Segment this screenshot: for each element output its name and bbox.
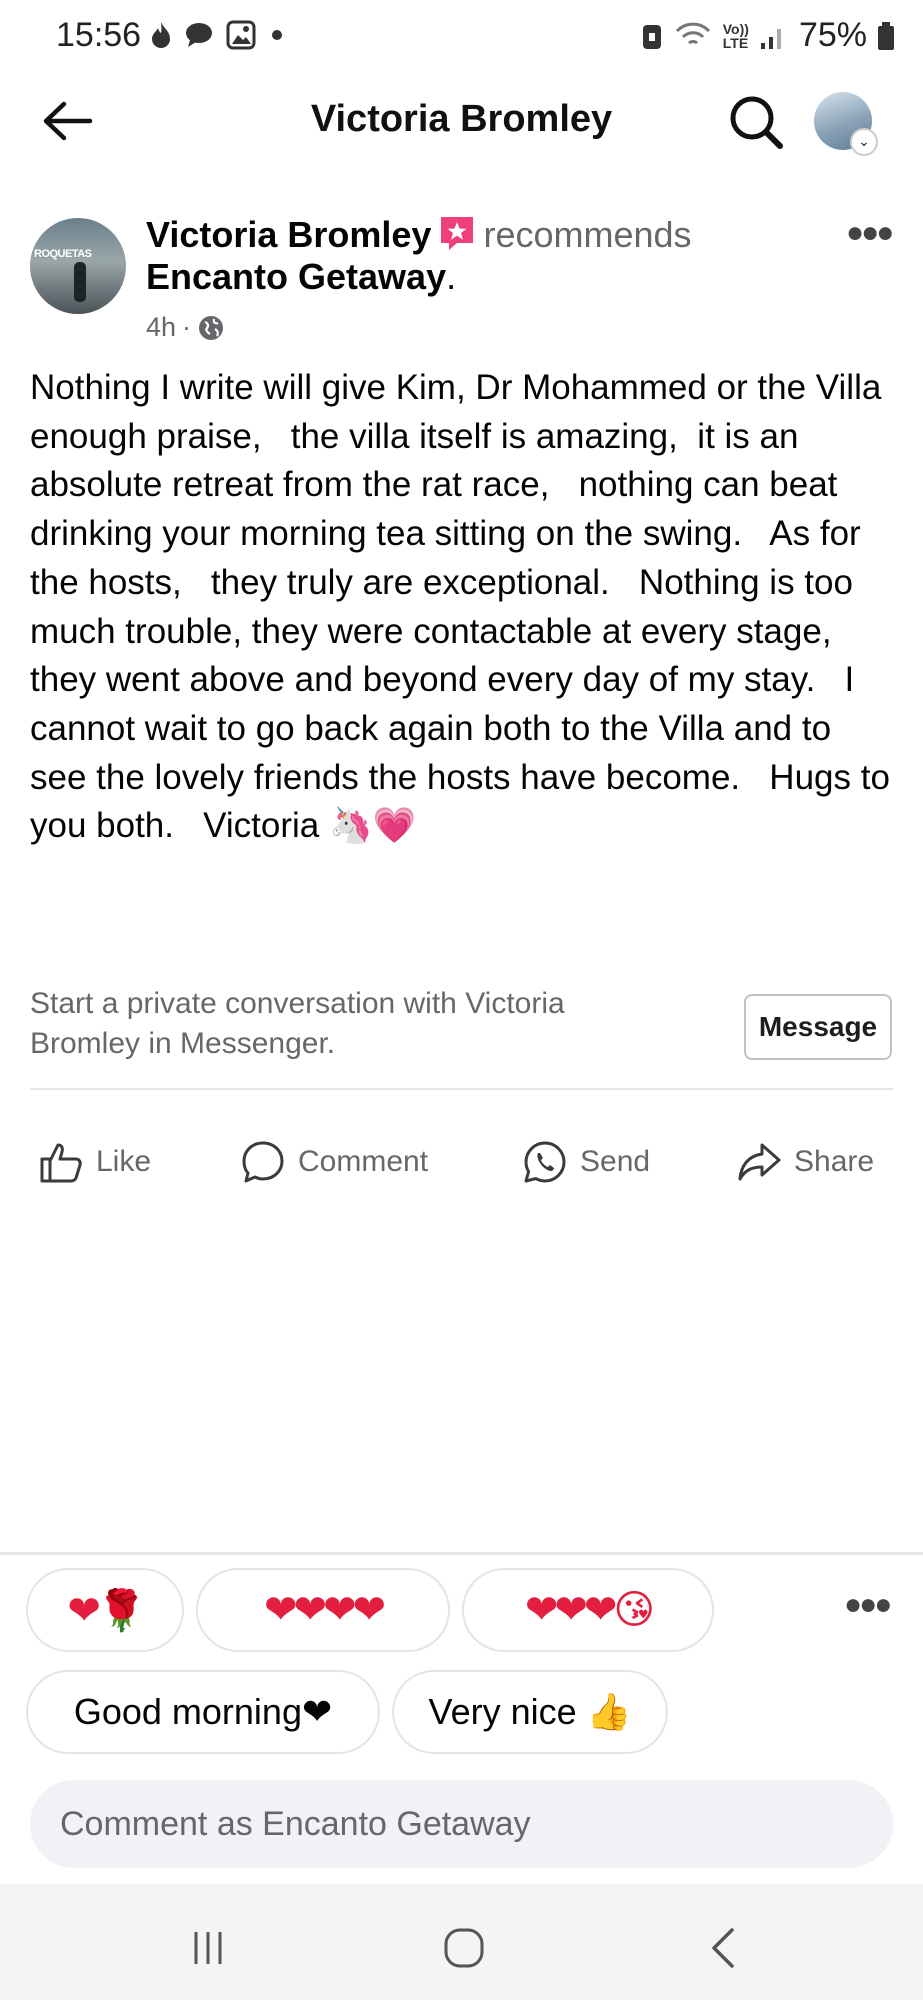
quick-reply-chip[interactable]: ❤❤❤😘	[462, 1568, 714, 1652]
comment-label: Comment	[298, 1145, 429, 1178]
wifi-icon	[675, 22, 710, 44]
gallery-icon	[226, 20, 256, 50]
quick-reply-text: Good morning❤	[73, 1691, 333, 1732]
send-label: Send	[580, 1145, 651, 1178]
fire-icon	[152, 22, 170, 48]
post-more-options-button[interactable]: ●●●	[846, 216, 894, 250]
like-label: Like	[96, 1145, 152, 1178]
share-button[interactable]: Share	[736, 1134, 874, 1190]
network-label-bottom: LTE	[722, 34, 749, 51]
profile-avatar-button[interactable]: ⌄	[814, 92, 878, 156]
search-button[interactable]	[726, 92, 786, 152]
recommends-text: recommends	[483, 214, 692, 255]
comment-button[interactable]: Comment	[240, 1134, 428, 1190]
avatar-sign-text: ROQUETAS	[34, 248, 92, 260]
quick-replies-more-button[interactable]: ●●●	[844, 1588, 892, 1622]
message-button[interactable]: Message	[744, 994, 892, 1060]
signal-icon	[760, 28, 781, 49]
recommended-page-line: Encanto Getaway.	[146, 256, 457, 297]
meta-separator: ·	[182, 312, 192, 342]
battery-icon	[878, 21, 894, 50]
send-button[interactable]: Send	[522, 1134, 650, 1190]
section-separator	[0, 1552, 923, 1555]
author-name[interactable]: Victoria Bromley	[146, 214, 431, 255]
quick-reply-text: ❤❤❤😘	[524, 1587, 655, 1633]
recent-apps-icon	[194, 1932, 222, 1964]
share-label: Share	[794, 1145, 875, 1178]
globe-icon	[199, 315, 224, 340]
recommendation-star-icon	[441, 217, 474, 250]
dot-icon	[272, 30, 282, 40]
comment-bubble-icon	[242, 1141, 284, 1183]
page-name-link[interactable]: Encanto Getaway	[146, 256, 446, 297]
quick-reply-chip[interactable]: ❤❤❤❤	[196, 1568, 450, 1652]
whatsapp-icon	[524, 1141, 566, 1183]
battery-percent: 75%	[798, 16, 867, 54]
home-icon	[444, 1928, 484, 1968]
quick-reply-text: ❤🌹	[67, 1587, 146, 1634]
search-icon	[730, 96, 783, 149]
recent-apps-button[interactable]	[168, 1918, 248, 1978]
status-notification-icons	[150, 20, 282, 50]
network-label-top: Vo))	[722, 20, 749, 37]
post-body-text: Nothing I write will give Kim, Dr Mohamm…	[30, 368, 900, 846]
lock-icon	[642, 24, 661, 49]
post-author-line: Victoria Bromley recommends	[146, 212, 692, 258]
author-avatar[interactable]: ROQUETAS	[30, 218, 126, 314]
quick-reply-chip[interactable]: Very nice 👍	[392, 1670, 668, 1754]
system-back-button[interactable]	[684, 1918, 764, 1978]
divider	[30, 1088, 893, 1090]
network-label: Vo)) LTE	[723, 22, 749, 50]
chevron-left-icon	[712, 1928, 734, 1968]
post-time[interactable]: 4h	[146, 312, 176, 343]
quick-reply-text: Very nice 👍	[428, 1691, 632, 1732]
chevron-down-icon: ⌄	[850, 128, 878, 156]
messenger-prompt-text: Start a private conversation with Victor…	[30, 987, 565, 1060]
quick-reply-text: ❤❤❤❤	[263, 1587, 386, 1633]
more-horizontal-icon: ●●●	[844, 1588, 892, 1621]
more-horizontal-icon: ●●●	[846, 216, 894, 249]
avatar-figure	[74, 262, 86, 302]
like-button[interactable]: Like	[38, 1134, 151, 1190]
chat-bubble-icon	[186, 23, 212, 47]
status-system-icons: Vo)) LTE 75%	[641, 16, 895, 55]
home-button[interactable]	[424, 1918, 504, 1978]
thumbs-up-icon	[40, 1143, 82, 1183]
share-arrow-icon	[738, 1143, 781, 1181]
post-meta: 4h ·	[146, 312, 225, 343]
comment-input[interactable]	[30, 1780, 893, 1868]
status-time: 15:56	[56, 16, 142, 54]
quick-reply-chip[interactable]: Good morning❤	[26, 1670, 380, 1754]
quick-reply-chip[interactable]: ❤🌹	[26, 1568, 184, 1652]
